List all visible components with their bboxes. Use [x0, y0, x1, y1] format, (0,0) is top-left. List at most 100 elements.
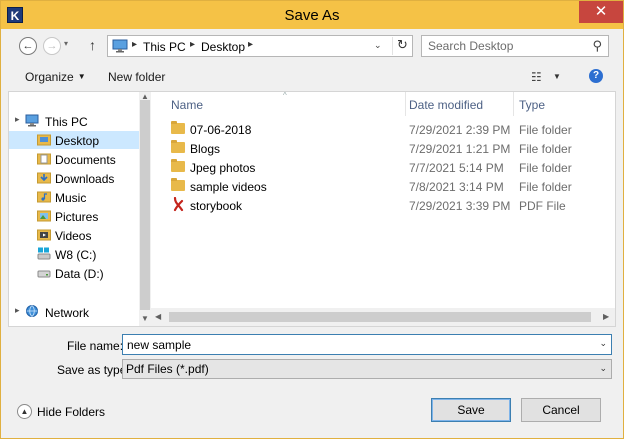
navigation-pane-scrollbar[interactable]: ▲ ▼ [139, 92, 151, 326]
change-view-icon[interactable]: ☷ [531, 70, 542, 84]
scroll-left-icon[interactable]: ◀ [155, 312, 161, 321]
sidebar-item-label: This PC [45, 115, 88, 129]
cancel-button[interactable]: Cancel [521, 398, 601, 422]
file-date: 7/29/2021 1:21 PM [409, 142, 511, 156]
file-name-label: File name: [67, 339, 124, 353]
file-row-blogs[interactable]: Blogs 7/29/2021 1:21 PM File folder [151, 139, 615, 158]
help-icon[interactable]: ? [589, 69, 603, 83]
sidebar-item-label: Data (D:) [55, 267, 104, 281]
expand-icon[interactable]: ▸ [15, 114, 20, 125]
organize-button[interactable]: Organize ▼ [25, 70, 86, 84]
breadcrumb-separator-icon[interactable]: ▸ [190, 39, 195, 50]
folder-icon [171, 159, 185, 172]
search-input[interactable] [428, 39, 588, 53]
file-date: 7/29/2021 3:39 PM [409, 199, 511, 213]
breadcrumb-separator-icon[interactable]: ▸ [248, 39, 253, 50]
computer-icon [25, 114, 39, 127]
up-button[interactable]: ↑ [89, 37, 96, 53]
downloads-folder-icon [37, 172, 51, 184]
pictures-folder-icon [37, 210, 51, 222]
back-button[interactable]: ← [19, 37, 37, 55]
file-list-horizontal-scrollbar[interactable]: ◀ ▶ [151, 308, 615, 326]
sort-ascending-icon: ^ [283, 91, 287, 100]
sidebar-item-desktop[interactable]: Desktop [9, 131, 139, 149]
column-divider[interactable] [405, 92, 406, 116]
breadcrumb-this-pc[interactable]: This PC [143, 40, 186, 54]
file-name-combobox[interactable]: ⌄ [122, 334, 612, 355]
pdf-icon [173, 197, 184, 212]
sidebar-item-data-d[interactable]: Data (D:) [9, 264, 139, 282]
search-icon[interactable]: ⚲ [592, 38, 602, 54]
videos-folder-icon [37, 229, 51, 241]
address-bar[interactable]: ▸ This PC ▸ Desktop ▸ ⌄ ↻ [107, 35, 413, 57]
address-dropdown-icon[interactable]: ⌄ [374, 40, 382, 51]
sidebar-item-label: Desktop [55, 134, 100, 148]
save-as-type-select[interactable]: Pdf Files (*.pdf) ⌄ [122, 359, 612, 379]
scrollbar-thumb[interactable] [140, 100, 150, 310]
music-folder-icon [37, 191, 51, 203]
file-type: PDF File [519, 199, 566, 213]
view-options-dropdown[interactable]: ▼ [553, 72, 561, 81]
breadcrumb-desktop[interactable]: Desktop [201, 40, 245, 54]
file-name-input[interactable] [127, 337, 587, 352]
file-row-sample-videos[interactable]: sample videos 7/8/2021 3:14 PM File fold… [151, 177, 615, 196]
file-type: File folder [519, 123, 572, 137]
sidebar-item-label: Videos [55, 229, 92, 243]
column-header-type[interactable]: Type [519, 98, 545, 112]
folder-icon [171, 121, 185, 134]
save-button[interactable]: Save [431, 398, 511, 422]
sidebar-item-label: Pictures [55, 210, 99, 224]
scroll-right-icon[interactable]: ▶ [603, 312, 609, 321]
recent-locations-dropdown[interactable]: ▾ [64, 39, 68, 48]
file-list: ^ Name Date modified Type 07-06-2018 7/2… [151, 91, 615, 326]
collapse-up-icon: ▲ [17, 404, 32, 419]
file-name: Jpeg photos [190, 161, 256, 175]
hide-folders-label: Hide Folders [37, 405, 106, 419]
file-name: storybook [190, 199, 243, 213]
file-date: 7/7/2021 5:14 PM [409, 161, 504, 175]
drive-icon [37, 270, 51, 278]
column-divider[interactable] [513, 92, 514, 116]
network-icon [26, 305, 38, 318]
file-date: 7/8/2021 3:14 PM [409, 180, 504, 194]
close-button[interactable]: ✕ [579, 1, 623, 23]
sidebar-item-label: Downloads [55, 172, 115, 186]
caret-down-icon: ▼ [77, 72, 86, 81]
column-header-date-modified[interactable]: Date modified [409, 98, 483, 112]
sidebar-item-downloads[interactable]: Downloads [9, 169, 139, 187]
sidebar-item-music[interactable]: Music [9, 188, 139, 206]
file-row-storybook[interactable]: storybook 7/29/2021 3:39 PM PDF File [151, 196, 615, 215]
chevron-down-icon[interactable]: ⌄ [599, 338, 607, 349]
new-folder-button[interactable]: New folder [108, 70, 165, 84]
sidebar-item-videos[interactable]: Videos [9, 226, 139, 244]
expand-icon[interactable]: ▸ [15, 305, 20, 316]
sidebar-item-this-pc[interactable]: ▸ This PC [9, 112, 139, 130]
sidebar-item-network[interactable]: ▸ Network [9, 303, 139, 321]
file-type: File folder [519, 142, 572, 156]
column-header-name[interactable]: Name [171, 98, 203, 112]
forward-button[interactable]: → [43, 37, 61, 55]
command-toolbar: Organize ▼ New folder ☷ ▼ ? [1, 63, 623, 91]
save-as-type-label: Save as type: [57, 363, 130, 377]
folder-icon [171, 178, 185, 191]
sidebar-item-pictures[interactable]: Pictures [9, 207, 139, 225]
window-title: Save As [284, 7, 340, 24]
sidebar-item-w8-c[interactable]: W8 (C:) [9, 245, 139, 263]
browser-pane: ▸ This PC Desktop Documents Downloads Mu… [8, 91, 616, 327]
documents-folder-icon [37, 153, 51, 165]
search-box[interactable]: ⚲ [421, 35, 609, 57]
file-type: File folder [519, 180, 572, 194]
sidebar-item-label: Music [55, 191, 87, 205]
file-row-jpeg-photos[interactable]: Jpeg photos 7/7/2021 5:14 PM File folder [151, 158, 615, 177]
file-row-07-06-2018[interactable]: 07-06-2018 7/29/2021 2:39 PM File folder [151, 120, 615, 139]
file-name: sample videos [190, 180, 267, 194]
scroll-down-icon[interactable]: ▼ [141, 314, 149, 323]
file-name: Blogs [190, 142, 221, 156]
breadcrumb-separator-icon[interactable]: ▸ [132, 39, 137, 50]
file-name: 07-06-2018 [190, 123, 252, 137]
scrollbar-thumb[interactable] [169, 312, 591, 322]
title-bar[interactable]: K Save As ✕ [1, 1, 623, 29]
chevron-down-icon[interactable]: ⌄ [599, 363, 607, 374]
sidebar-item-documents[interactable]: Documents [9, 150, 139, 168]
refresh-button[interactable]: ↻ [392, 37, 412, 55]
